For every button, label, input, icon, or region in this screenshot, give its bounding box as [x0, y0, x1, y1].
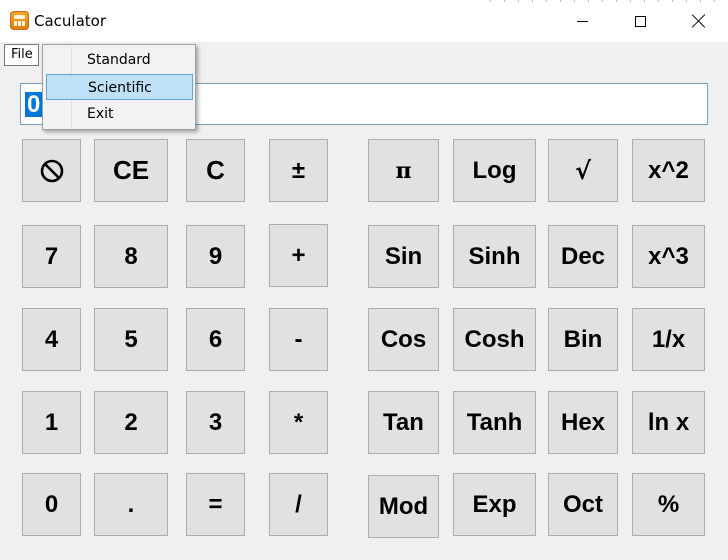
clear-button-c[interactable]: C — [186, 139, 245, 202]
subtract-button[interactable]: - — [269, 308, 328, 371]
maximize-icon — [634, 15, 646, 27]
file-menu-dropdown: Standard Scientific Exit — [42, 44, 196, 130]
menu-item-scientific[interactable]: Scientific — [46, 74, 193, 100]
cos-button[interactable]: Cos — [368, 308, 439, 371]
window-title: Caculator — [34, 12, 107, 30]
display-value: 0 — [25, 91, 43, 118]
title-bar: Caculator — [0, 0, 728, 42]
digit-6-button[interactable]: 6 — [186, 308, 245, 371]
add-button[interactable]: + — [269, 224, 328, 287]
menu-item-exit[interactable]: Exit — [46, 101, 193, 127]
equals-button[interactable]: = — [186, 473, 245, 536]
square-button[interactable]: x^2 — [632, 139, 705, 202]
percent-button[interactable]: % — [632, 473, 705, 536]
multiply-button[interactable]: * — [269, 391, 328, 454]
digit-3-button[interactable]: 3 — [186, 391, 245, 454]
menu-file[interactable]: File — [4, 44, 39, 66]
plus-minus-button[interactable]: ± — [269, 139, 328, 202]
bin-button[interactable]: Bin — [548, 308, 618, 371]
pi-button[interactable]: π — [368, 139, 439, 202]
cosh-button[interactable]: Cosh — [453, 308, 536, 371]
reciprocal-button[interactable]: 1/x — [632, 308, 705, 371]
prohibited-icon — [40, 159, 63, 182]
calculator-icon — [10, 11, 29, 30]
digit-1-button[interactable]: 1 — [22, 391, 81, 454]
digit-4-button[interactable]: 4 — [22, 308, 81, 371]
minimize-icon — [576, 20, 588, 22]
cube-button[interactable]: x^3 — [632, 225, 705, 288]
oct-button[interactable]: Oct — [548, 473, 618, 536]
clear-entry-button[interactable]: CE — [94, 139, 168, 202]
menu-item-standard[interactable]: Standard — [46, 47, 193, 73]
log-button[interactable]: Log — [453, 139, 536, 202]
digit-8-button[interactable]: 8 — [94, 225, 168, 288]
exp-button[interactable]: Exp — [453, 473, 536, 536]
sqrt-button[interactable]: √ — [548, 139, 618, 202]
dec-button[interactable]: Dec — [548, 225, 618, 288]
clear-button[interactable] — [22, 139, 81, 202]
divide-button[interactable]: / — [269, 473, 328, 536]
minimize-button[interactable] — [553, 0, 611, 42]
decimal-point-button[interactable]: . — [94, 473, 168, 536]
digit-2-button[interactable]: 2 — [94, 391, 168, 454]
mod-button[interactable]: Mod — [368, 475, 439, 538]
close-icon — [692, 14, 706, 28]
close-button[interactable] — [670, 0, 728, 42]
maximize-button[interactable] — [611, 0, 669, 42]
tan-button[interactable]: Tan — [368, 391, 439, 454]
sinh-button[interactable]: Sinh — [453, 225, 536, 288]
tanh-button[interactable]: Tanh — [453, 391, 536, 454]
hex-button[interactable]: Hex — [548, 391, 618, 454]
digit-0-button[interactable]: 0 — [22, 473, 81, 536]
sin-button[interactable]: Sin — [368, 225, 439, 288]
digit-5-button[interactable]: 5 — [94, 308, 168, 371]
digit-7-button[interactable]: 7 — [22, 225, 81, 288]
digit-9-button[interactable]: 9 — [186, 225, 245, 288]
natural-log-button[interactable]: ln x — [632, 391, 705, 454]
